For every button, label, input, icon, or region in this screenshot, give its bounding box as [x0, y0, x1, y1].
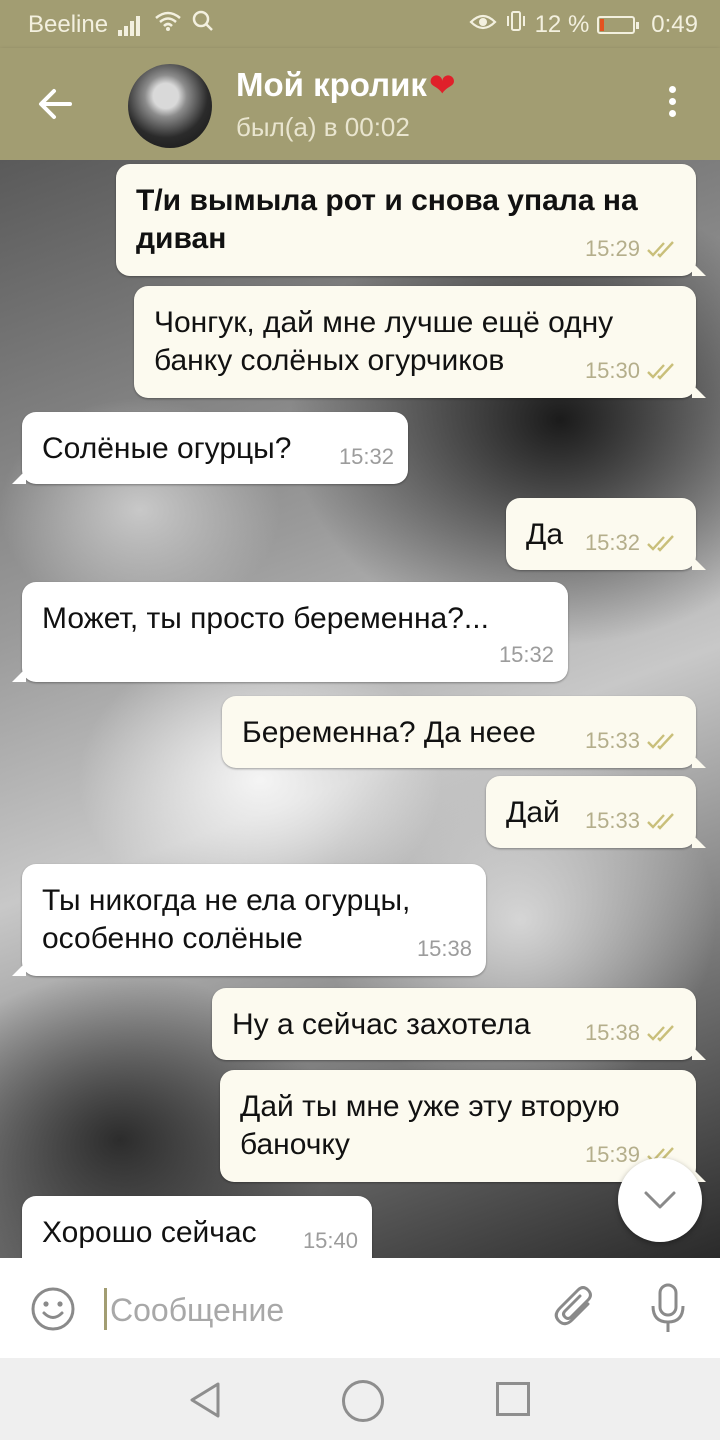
message-meta: 15:32 — [499, 636, 554, 674]
message-time: 15:33 — [584, 728, 640, 753]
wifi-icon — [154, 10, 182, 39]
message-text: Ты никогда не ела огурцы, особенно солён… — [42, 884, 411, 955]
arrow-left-icon — [39, 89, 72, 119]
message-meta: 15:38 — [417, 930, 472, 968]
message-meta: 15:29 — [585, 230, 682, 268]
outgoing-message[interactable]: Чонгук, дай мне лучше ещё одну банку сол… — [134, 286, 706, 398]
clock: 0:49 — [651, 10, 698, 38]
dot-icon — [668, 110, 676, 117]
attach-button[interactable] — [552, 1282, 600, 1334]
system-navigation-bar — [0, 1358, 720, 1440]
signal-icon — [118, 14, 144, 36]
message-text: Солёные огурцы? — [42, 432, 292, 465]
message-time: 15:29 — [584, 236, 640, 261]
incoming-message[interactable]: Ты никогда не ела огурцы, особенно солён… — [12, 864, 486, 976]
double-check-icon — [647, 241, 674, 258]
message-meta: 15:32 — [585, 524, 682, 562]
outgoing-message[interactable]: Дай ты мне уже эту вторую баночку 15:39 — [220, 1070, 706, 1182]
emoji-button[interactable] — [30, 1286, 76, 1332]
outgoing-message[interactable]: Дай 15:33 — [486, 776, 706, 848]
contact-name-text: Мой кролик — [236, 66, 427, 103]
incoming-message[interactable]: Хорошо сейчас 15:40 — [22, 1196, 372, 1258]
battery-percent: 12 % — [534, 10, 590, 38]
scroll-to-bottom-button[interactable] — [618, 1158, 702, 1242]
avatar[interactable] — [128, 64, 212, 148]
message-time: 15:32 — [338, 444, 394, 469]
text-cursor — [104, 1288, 107, 1330]
chevron-down-icon — [644, 1191, 676, 1209]
message-meta: 15:32 — [339, 438, 394, 476]
status-bar: Beeline 12 % 0:49 — [0, 0, 720, 48]
smiley-icon — [31, 1287, 75, 1331]
dot-icon — [668, 98, 676, 105]
message-time: 15:33 — [584, 808, 640, 833]
microphone-button[interactable] — [648, 1282, 688, 1336]
incoming-message[interactable]: Может, ты просто беременна?... 15:32 — [12, 582, 568, 682]
contact-last-seen: был(а) в 00:02 — [236, 112, 410, 142]
message-time: 15:32 — [584, 530, 640, 555]
battery-fill — [600, 18, 605, 31]
triangle-back-icon — [190, 1382, 220, 1418]
outgoing-message[interactable]: Ну а сейчас захотела 15:38 — [212, 988, 706, 1060]
search-icon — [192, 10, 214, 39]
carrier-label: Beeline — [28, 10, 109, 38]
vibrate-icon — [505, 10, 527, 39]
chat-header: Мой кролик❤ был(а) в 00:02 — [0, 48, 720, 160]
incoming-message[interactable]: Солёные огурцы? 15:32 — [12, 412, 408, 484]
outgoing-message[interactable]: Да 15:32 — [506, 498, 706, 570]
message-text: Может, ты просто беременна?... — [42, 602, 489, 635]
message-time: 15:38 — [584, 1020, 640, 1045]
outgoing-message[interactable]: Беременна? Да неее 15:33 — [222, 696, 706, 768]
double-check-icon — [647, 1025, 674, 1042]
heart-icon: ❤ — [428, 67, 456, 103]
message-meta: 15:30 — [585, 352, 682, 390]
nav-home-button[interactable] — [342, 1380, 384, 1422]
outgoing-message[interactable]: Т/и вымыла рот и снова упала на диван 15… — [116, 164, 706, 276]
message-time: 15:38 — [416, 936, 472, 961]
double-check-icon — [647, 363, 674, 380]
chat-messages-area[interactable]: Т/и вымыла рот и снова упала на диван 15… — [0, 160, 720, 1258]
more-options-button[interactable] — [658, 86, 686, 126]
eye-icon — [469, 11, 497, 39]
dot-icon — [668, 86, 676, 93]
message-meta: 15:33 — [585, 802, 682, 840]
message-meta: 15:33 — [585, 722, 682, 760]
microphone-icon — [651, 1283, 685, 1332]
double-check-icon — [647, 535, 674, 552]
double-check-icon — [647, 733, 674, 750]
double-check-icon — [647, 813, 674, 830]
paperclip-icon — [554, 1286, 592, 1326]
message-meta: 15:38 — [585, 1014, 682, 1052]
message-time: 15:30 — [584, 358, 640, 383]
message-input-bar — [0, 1258, 720, 1358]
nav-recent-apps-button[interactable] — [496, 1382, 530, 1416]
message-input[interactable] — [108, 1284, 532, 1336]
message-time: 15:40 — [302, 1228, 358, 1253]
nav-back-button[interactable] — [186, 1380, 226, 1420]
contact-name[interactable]: Мой кролик❤ — [236, 66, 456, 104]
back-button[interactable] — [30, 78, 82, 130]
battery-icon — [597, 15, 640, 34]
message-time: 15:32 — [498, 642, 554, 667]
message-meta: 15:40 — [303, 1222, 358, 1258]
